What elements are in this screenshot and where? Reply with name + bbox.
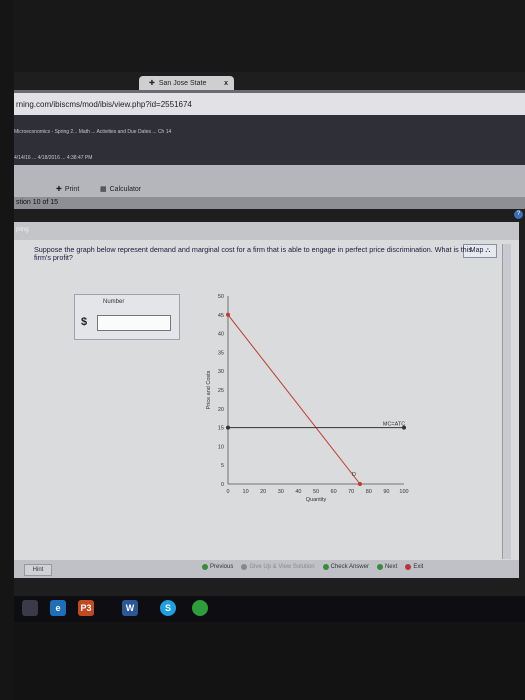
content-tab[interactable]: pling xyxy=(16,227,29,233)
answer-label: Number xyxy=(103,299,125,305)
calculator-button[interactable]: ▦ Calculator xyxy=(100,185,142,194)
y-tick-label: 40 xyxy=(218,332,224,338)
check-label: Check Answer xyxy=(330,564,369,570)
x-tick-label: 10 xyxy=(243,489,249,495)
x-tick-label: 0 xyxy=(226,489,229,495)
nav-buttons: Previous Give Up & View Solution Check A… xyxy=(202,564,423,570)
answer-box: Number $ xyxy=(74,294,180,340)
print-icon: ✚ xyxy=(56,186,62,193)
calculator-label: Calculator xyxy=(109,185,142,193)
previous-label: Previous xyxy=(210,564,234,570)
give-up-label: Give Up & View Solution xyxy=(249,564,315,570)
exit-label: Exit xyxy=(413,564,424,570)
x-tick-label: 60 xyxy=(331,489,337,495)
taskbar-chrome-icon[interactable] xyxy=(192,600,208,616)
y-tick-label: 0 xyxy=(221,482,224,488)
x-tick-label: 90 xyxy=(383,489,389,495)
y-tick-label: 25 xyxy=(218,388,224,394)
data-point xyxy=(226,312,230,317)
question-panel: pling Map ⛬ Suppose the graph below repr… xyxy=(14,222,519,562)
monitor-top xyxy=(14,0,525,72)
previous-button[interactable]: Previous xyxy=(202,564,233,570)
y-tick-label: 50 xyxy=(218,294,224,300)
hint-button[interactable]: Hint xyxy=(24,564,52,576)
scrollbar[interactable] xyxy=(502,244,511,559)
print-button[interactable]: ✚ Print xyxy=(56,185,80,194)
chart: 0 5 10 15 20 25 30 35 40 45 50 0 10 20 30 40 50 60 70 80 90 1… xyxy=(206,294,409,503)
tab-close-icon[interactable]: x xyxy=(224,80,228,87)
help-icon[interactable]: ? xyxy=(514,210,523,219)
bookmarks-row[interactable]: Microeconomics - Spring 2... Math ... Ac… xyxy=(14,129,171,135)
data-point xyxy=(358,482,362,486)
bookmarks-bar: Microeconomics - Spring 2... Math ... Ac… xyxy=(14,115,525,165)
address-bar[interactable]: rning.com/ibiscms/mod/ibis/view.php?id=2… xyxy=(14,93,525,115)
y-tick-label: 20 xyxy=(218,407,224,413)
next-label: Next xyxy=(384,564,398,570)
taskbar-skype-icon[interactable]: S xyxy=(160,600,176,616)
check-icon xyxy=(322,564,329,570)
tab-favicon-icon: ✚ xyxy=(149,80,155,87)
taskbar-powerpoint-icon[interactable]: P3 xyxy=(78,600,94,616)
bookmarks-row[interactable]: 4/14/16 ... 4/18/2016 ... 4:38:47 PM xyxy=(14,155,92,161)
y-tick-label: 15 xyxy=(218,426,224,432)
y-tick-label: 45 xyxy=(218,313,224,319)
previous-icon xyxy=(202,564,208,570)
x-axis-label: Quantity xyxy=(306,497,327,503)
app-toolbar: ✚ Print ▦ Calculator xyxy=(14,165,525,197)
next-button[interactable]: Next xyxy=(376,564,398,570)
y-tick-label: 10 xyxy=(218,444,224,450)
data-point xyxy=(226,425,230,430)
x-tick-label: 20 xyxy=(260,489,266,495)
series-line-d xyxy=(227,314,361,485)
monitor-bottom xyxy=(14,622,525,700)
content-header: pling xyxy=(14,222,519,240)
print-label: Print xyxy=(64,185,80,193)
x-tick-label: 70 xyxy=(348,489,354,495)
question-text: Suppose the graph below represent demand… xyxy=(34,245,472,262)
x-tick-label: 50 xyxy=(313,489,319,495)
calculator-icon: ▦ xyxy=(100,186,107,193)
taskbar: e P3 W S xyxy=(14,596,525,622)
taskbar-ie-icon[interactable]: e xyxy=(50,600,66,616)
y-axis-label: Price and Costs xyxy=(206,370,212,409)
series-label-mc-atc: MC=ATC xyxy=(383,422,405,428)
answer-input[interactable] xyxy=(97,315,171,331)
series-label-d: D xyxy=(352,472,356,478)
tab-title: San Jose State xyxy=(158,79,207,87)
y-tick-label: 5 xyxy=(221,463,224,469)
y-tick-label: 30 xyxy=(218,369,224,375)
question-counter: stion 10 of 15 xyxy=(14,197,525,209)
x-tick-label: 100 xyxy=(399,489,408,495)
exit-icon xyxy=(405,564,412,570)
browser-tab[interactable]: ✚ San Jose State x xyxy=(139,76,234,90)
taskbar-folder-icon[interactable] xyxy=(22,600,38,616)
next-icon xyxy=(376,564,383,570)
x-tick-label: 30 xyxy=(278,489,284,495)
give-up-icon xyxy=(241,564,248,570)
exit-button[interactable]: Exit xyxy=(405,564,423,570)
url-text[interactable]: rning.com/ibiscms/mod/ibis/view.php?id=2… xyxy=(16,100,192,109)
screen: ✚ San Jose State x rning.com/ibiscms/mod… xyxy=(14,0,525,700)
taskbar-word-icon[interactable]: W xyxy=(122,600,138,616)
x-tick-label: 80 xyxy=(366,489,372,495)
give-up-button[interactable]: Give Up & View Solution xyxy=(241,564,315,570)
x-tick-label: 40 xyxy=(295,489,301,495)
bottom-nav-bar: Hint Previous Give Up & View Solution Ch… xyxy=(14,560,519,578)
y-tick-label: 35 xyxy=(218,350,224,356)
currency-symbol: $ xyxy=(81,316,88,328)
check-answer-button[interactable]: Check Answer xyxy=(322,564,369,570)
